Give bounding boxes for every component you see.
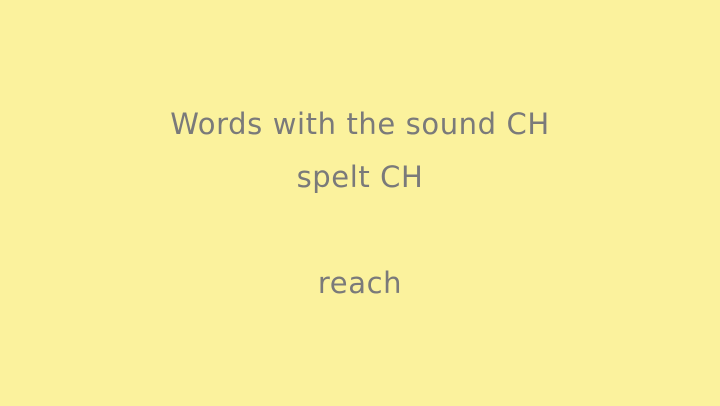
slide: Words with the sound CH spelt CH reach	[0, 0, 720, 406]
title-line-2: spelt CH	[296, 160, 424, 194]
title-line-1: Words with the sound CH	[170, 107, 550, 141]
example-word: reach	[317, 266, 403, 300]
